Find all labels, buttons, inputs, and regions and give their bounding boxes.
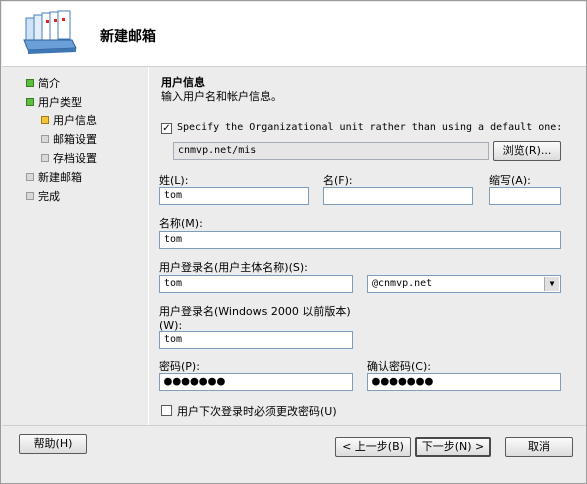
password-label: 密码(P): [159,360,200,373]
user-info-panel: 用户信息 输入用户名和帐户信息。 ✓ Specify the Organizat… [149,67,585,425]
step-pending-icon [26,173,34,181]
footer-divider [2,425,586,426]
pre2000-label-line1: 用户登录名(Windows 2000 以前版本) [159,305,351,318]
browse-button[interactable]: 浏览(R)... [493,141,561,161]
confirm-password-label: 确认密码(C): [367,360,431,373]
step-intro: 简介 [26,75,60,91]
step-current-icon [41,116,49,124]
specify-ou-label: Specify the Organizational unit rather t… [177,122,563,133]
step-label: 完成 [38,190,60,203]
step-label: 用户信息 [53,114,97,127]
name-field[interactable]: tom [159,231,561,249]
back-button[interactable]: < 上一步(B) [335,437,411,457]
last-name-field[interactable]: tom [159,187,309,205]
step-user-info: 用户信息 [41,112,97,128]
step-pending-icon [41,154,49,162]
step-label: 邮箱设置 [53,133,97,146]
help-button[interactable]: 帮助(H) [19,434,87,454]
last-name-label: 姓(L): [159,174,189,187]
step-completion: 完成 [26,188,60,204]
first-name-field[interactable] [323,187,473,205]
upn-domain-value: @cnmvp.net [372,278,433,289]
step-complete-icon [26,79,34,87]
initials-field[interactable] [489,187,561,205]
upn-domain-dropdown[interactable]: @cnmvp.net ▼ [367,275,561,293]
wizard-title: 新建邮箱 [100,29,156,45]
step-pending-icon [41,135,49,143]
step-label: 新建邮箱 [38,171,82,184]
wizard-header: 新建邮箱 [2,2,586,66]
step-archive-settings: 存档设置 [41,150,97,166]
mailbox-icon [23,10,77,54]
step-pending-icon [26,192,34,200]
change-password-label: 用户下次登录时必须更改密码(U) [177,405,337,418]
step-label: 存档设置 [53,152,97,165]
section-subtitle: 输入用户名和帐户信息。 [161,90,282,103]
name-label: 名称(M): [159,217,203,230]
upn-field[interactable]: tom [159,275,353,293]
first-name-label: 名(F): [323,174,353,187]
dropdown-arrow-icon[interactable]: ▼ [544,277,559,291]
step-user-type: 用户类型 [26,94,82,110]
specify-ou-checkbox[interactable]: ✓ [161,123,172,134]
step-label: 用户类型 [38,96,82,109]
confirm-password-field[interactable]: ●●●●●●● [367,373,561,391]
next-button[interactable]: 下一步(N) > [415,437,491,457]
cancel-button[interactable]: 取消 [505,437,573,457]
password-field[interactable]: ●●●●●●● [159,373,353,391]
pre2000-label: 用户登录名(Windows 2000 以前版本) (W): [159,303,351,332]
change-password-checkbox[interactable] [161,405,172,416]
upn-label: 用户登录名(用户主体名称)(S): [159,261,308,274]
step-new-mailbox: 新建邮箱 [26,169,82,185]
initials-label: 缩写(A): [489,174,531,187]
ou-path-field: cnmvp.net/mis [173,142,489,160]
step-mailbox-settings: 邮箱设置 [41,131,97,147]
step-complete-icon [26,98,34,106]
step-label: 简介 [38,77,60,90]
pre2000-logon-field[interactable]: tom [159,331,353,349]
wizard-window: 新建邮箱 简介 用户类型 用户信息 邮箱设置 存档设置 新建邮箱 完成 用户信息… [0,0,587,484]
